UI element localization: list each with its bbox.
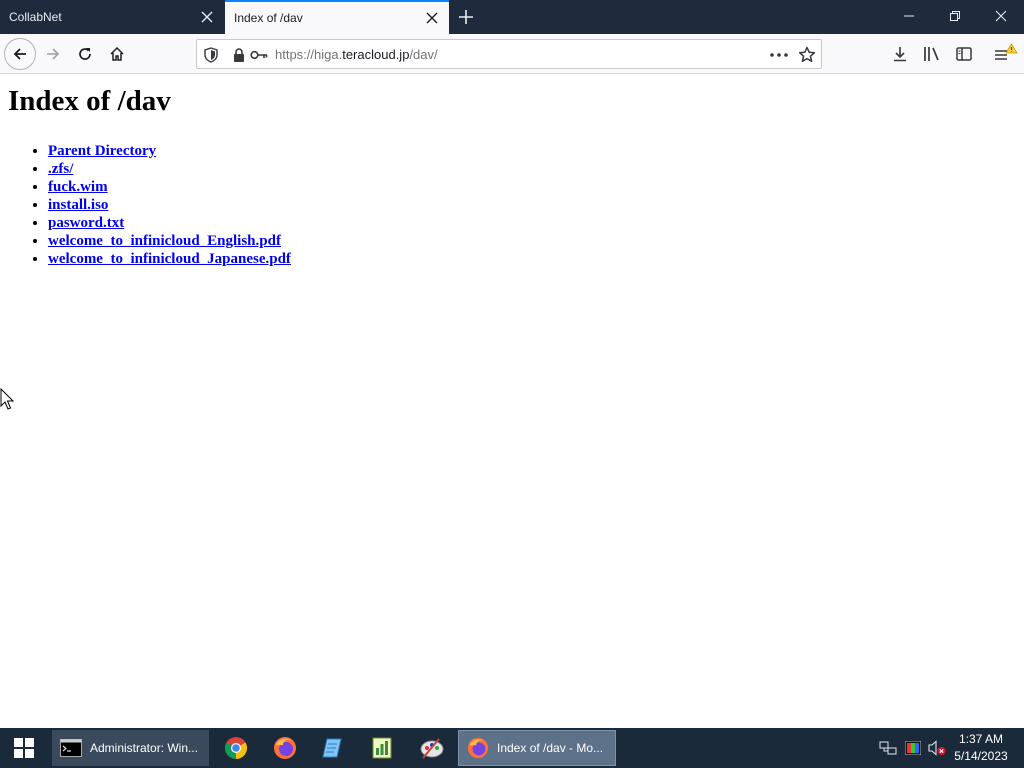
page-content: Index of /dav Parent Directory .zfs/ fuc… xyxy=(0,75,1024,728)
list-item: .zfs/ xyxy=(48,160,291,178)
cmd-icon xyxy=(60,739,82,757)
pasword-txt-link[interactable]: pasword.txt xyxy=(48,215,124,231)
close-window-button[interactable] xyxy=(978,0,1024,32)
taskbar-firefox-label: Index of /dav - Mo... xyxy=(497,741,604,755)
list-item: welcome_to_infinicloud_Japanese.pdf xyxy=(48,250,291,268)
start-button[interactable] xyxy=(0,728,48,768)
list-item: install.iso xyxy=(48,196,291,214)
tab-title: CollabNet xyxy=(9,10,62,24)
back-button[interactable] xyxy=(4,38,36,70)
color-display-icon[interactable] xyxy=(903,738,923,758)
list-item: welcome_to_infinicloud_English.pdf xyxy=(48,232,291,250)
firefox-icon xyxy=(274,737,296,759)
plus-icon xyxy=(459,10,473,24)
tab-index-of-dav[interactable]: Index of /dav xyxy=(225,0,449,34)
list-item: pasword.txt xyxy=(48,214,291,232)
taskbar-cmd-window[interactable]: Administrator: Win... xyxy=(52,730,209,766)
install-iso-link[interactable]: install.iso xyxy=(48,197,108,213)
restore-icon xyxy=(950,11,960,21)
sidebar-icon xyxy=(956,47,972,61)
arrow-right-icon xyxy=(47,48,60,60)
mouse-cursor-icon xyxy=(0,388,14,410)
welcome-english-pdf-link[interactable]: welcome_to_infinicloud_English.pdf xyxy=(48,233,281,249)
lock-icon[interactable] xyxy=(229,45,249,65)
bookmark-star-icon[interactable] xyxy=(797,45,817,65)
tracking-protection-shield-icon[interactable] xyxy=(201,45,221,65)
restore-button[interactable] xyxy=(932,0,978,32)
taskbar-spreadsheet[interactable] xyxy=(366,732,398,764)
clock-date: 5/14/2023 xyxy=(954,749,1008,763)
url-host: teracloud.jp xyxy=(342,47,410,62)
navigation-toolbar: https://higa.teracloud.jp/dav/ xyxy=(0,34,1024,74)
hamburger-menu-icon xyxy=(995,43,1018,60)
welcome-japanese-pdf-link[interactable]: welcome_to_infinicloud_Japanese.pdf xyxy=(48,251,291,267)
library-button[interactable] xyxy=(916,38,948,70)
home-icon xyxy=(110,46,124,61)
library-icon xyxy=(924,47,939,61)
list-item: Parent Directory xyxy=(48,142,291,160)
arrow-left-icon xyxy=(13,48,26,60)
taskbar-notepad[interactable] xyxy=(317,732,349,764)
page-title: Index of /dav xyxy=(8,85,171,117)
downloads-button[interactable] xyxy=(884,38,916,70)
close-icon xyxy=(995,10,1007,22)
url-text[interactable]: https://higa.teracloud.jp/dav/ xyxy=(275,47,438,62)
reload-icon xyxy=(79,48,91,60)
sidebar-button[interactable] xyxy=(948,38,980,70)
chrome-icon xyxy=(225,737,247,759)
key-icon[interactable] xyxy=(249,45,269,65)
parent-directory-link[interactable]: Parent Directory xyxy=(48,143,156,159)
clock-time: 1:37 AM xyxy=(958,732,1004,746)
notepad-icon xyxy=(322,738,342,758)
windows-start-icon xyxy=(14,738,34,758)
new-tab-button[interactable] xyxy=(452,4,480,30)
tab-title: Index of /dav xyxy=(234,11,303,25)
volume-muted-icon[interactable] xyxy=(927,738,947,758)
page-actions-more-icon[interactable] xyxy=(769,45,789,65)
firefox-icon xyxy=(467,737,489,759)
taskbar-firefox[interactable] xyxy=(269,732,301,764)
forward-button[interactable] xyxy=(37,38,69,70)
taskbar-cmd-label: Administrator: Win... xyxy=(90,741,199,755)
spreadsheet-icon xyxy=(372,737,392,759)
network-icon[interactable] xyxy=(878,738,898,758)
app-menu-button[interactable] xyxy=(989,38,1021,70)
minimize-icon xyxy=(904,15,914,17)
zfs-folder-link[interactable]: .zfs/ xyxy=(48,161,73,177)
tab-collabnet[interactable]: CollabNet xyxy=(0,0,224,34)
url-prefix: https://higa. xyxy=(275,47,343,62)
home-button[interactable] xyxy=(101,38,133,70)
taskbar-firefox-window[interactable]: Index of /dav - Mo... xyxy=(458,730,616,766)
system-clock[interactable]: 1:37 AM 5/14/2023 xyxy=(948,731,1014,765)
download-arrow-icon xyxy=(894,47,906,62)
reload-button[interactable] xyxy=(69,38,101,70)
url-path: /dav/ xyxy=(409,47,438,62)
paint-icon xyxy=(420,738,444,759)
wim-file-link[interactable]: fuck.wim xyxy=(48,179,108,195)
windows-taskbar: Administrator: Win... Index of /dav - Mo… xyxy=(0,728,1024,768)
directory-listing: Parent Directory .zfs/ fuck.wim install.… xyxy=(48,142,291,268)
close-tab-icon[interactable] xyxy=(421,7,443,29)
list-item: fuck.wim xyxy=(48,178,291,196)
tab-strip: CollabNet Index of /dav xyxy=(0,0,1024,34)
url-bar[interactable]: https://higa.teracloud.jp/dav/ xyxy=(196,39,822,69)
taskbar-paint[interactable] xyxy=(416,732,448,764)
close-tab-icon[interactable] xyxy=(196,6,218,28)
taskbar-chrome[interactable] xyxy=(220,732,252,764)
minimize-button[interactable] xyxy=(886,0,932,32)
